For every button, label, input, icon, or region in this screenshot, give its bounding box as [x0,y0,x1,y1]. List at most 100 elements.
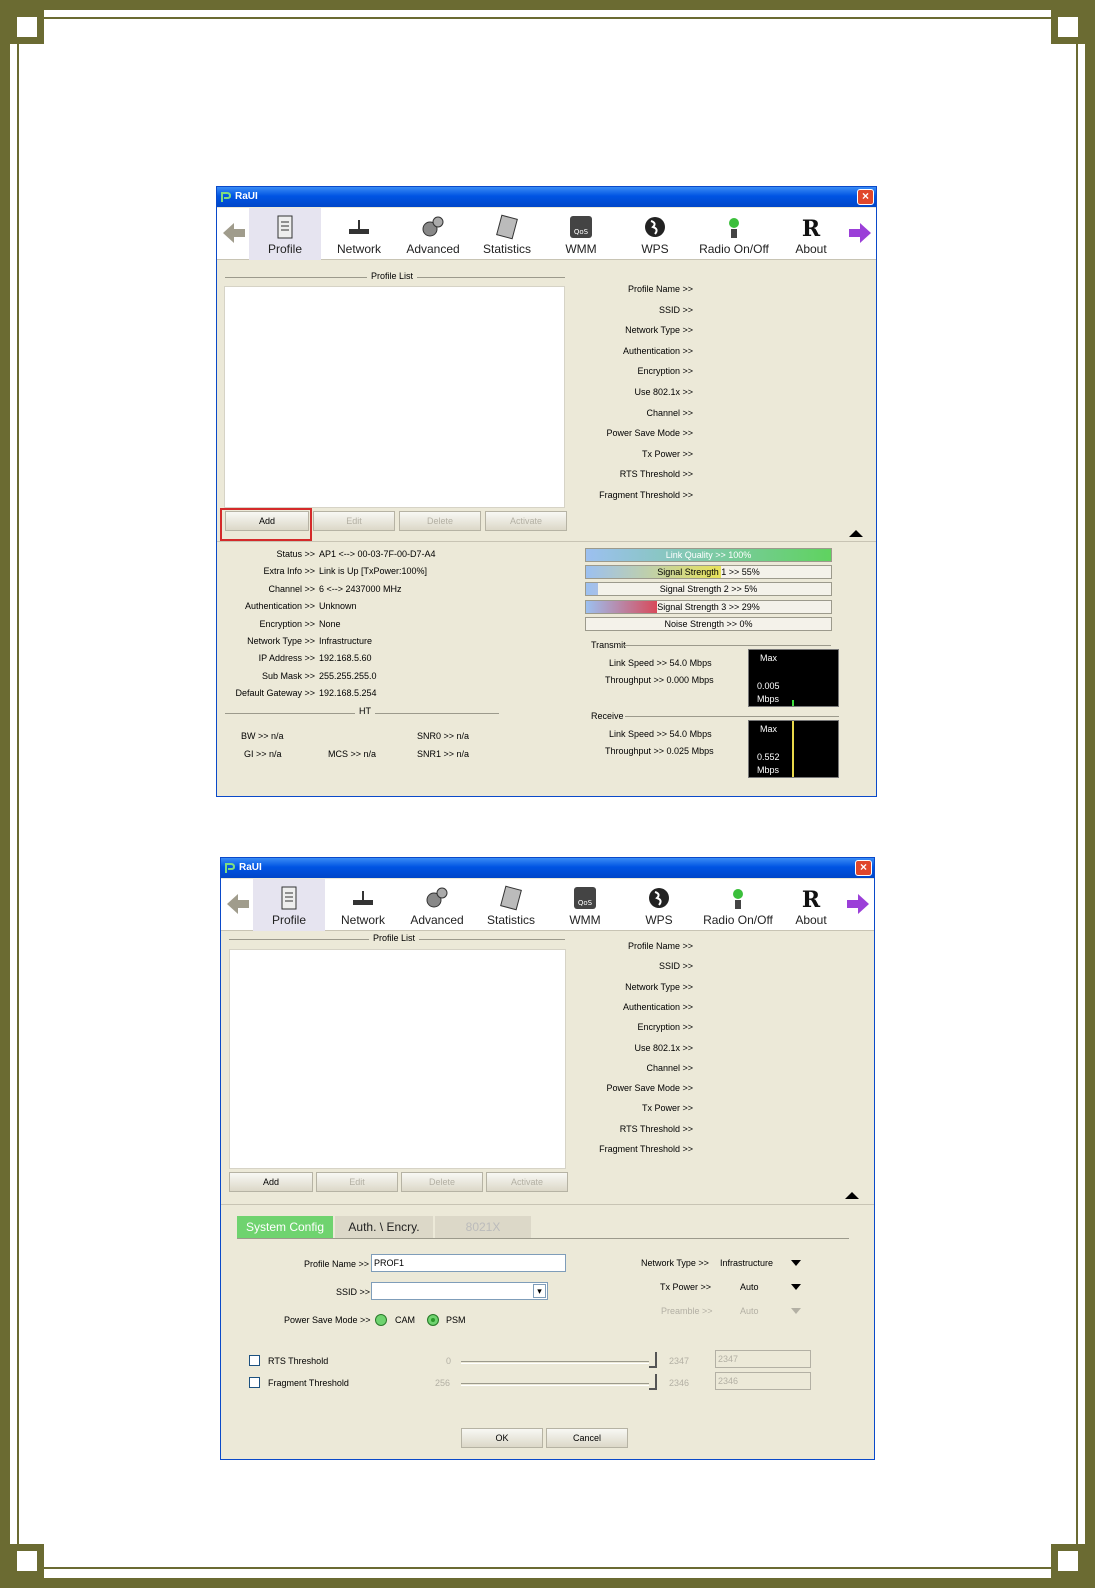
toolbar-label: WPS [641,242,669,256]
ok-button[interactable]: OK [461,1428,543,1448]
profile-listbox[interactable] [229,949,566,1169]
edit-button[interactable]: Edit [313,511,395,531]
psm-radio[interactable] [427,1314,439,1326]
toolbar-wmm[interactable]: QoS WMM [545,208,617,260]
collapse-arrow-icon[interactable] [845,1192,859,1199]
toolbar-wmm[interactable]: QoS WMM [549,879,621,931]
page-inner-line-bottom [44,1567,1051,1569]
tab-auth-encry[interactable]: Auth. \ Encry. [335,1216,433,1238]
toolbar-label: Profile [271,913,306,927]
tx-power-label: Tx Power >> [660,1282,712,1292]
network-type-dropdown-icon[interactable] [791,1260,801,1266]
rts-threshold-checkbox[interactable] [249,1355,260,1366]
profile-detail-label: Channel >> [646,407,693,418]
toolbar-statistics[interactable]: Statistics [475,879,547,931]
gi-value: GI >> n/a [244,749,282,759]
panel-separator [217,541,876,542]
collapse-arrow-icon[interactable] [849,530,863,537]
back-arrow-icon[interactable] [221,220,247,246]
fragment-threshold-checkbox[interactable] [249,1377,260,1388]
bw-value: BW >> n/a [241,731,284,741]
profile-list-title: Profile List [369,933,420,943]
status-key: Extra Info >> [263,566,315,577]
cam-label: CAM [395,1315,415,1325]
delete-button[interactable]: Delete [401,1172,483,1192]
fragment-threshold-input[interactable]: 2346 [715,1372,811,1390]
graph-max-label: Max [760,724,778,734]
toolbar-profile[interactable]: Profile [253,879,325,931]
close-button[interactable]: × [857,189,874,205]
status-row: Status >> AP1 <--> 00-03-7F-00-D7-A4 [225,549,435,559]
ssid-combobox[interactable] [371,1282,548,1300]
rts-threshold-input[interactable]: 2347 [715,1350,811,1368]
cancel-button[interactable]: Cancel [546,1428,628,1448]
toolbar-wps[interactable]: WPS [619,208,691,260]
network-type-value[interactable]: Infrastructure [720,1258,773,1268]
profile-list-title: Profile List [367,271,418,281]
strength-bar: Link Quality >> 100% [585,548,832,562]
tx-power-dropdown-icon[interactable] [791,1284,801,1290]
activate-button[interactable]: Activate [485,511,567,531]
toolbar-radio-onoff[interactable]: Radio On/Off [693,208,775,260]
edit-button[interactable]: Edit [316,1172,398,1192]
rts-slider-thumb[interactable] [649,1352,657,1368]
gears-icon [426,887,448,908]
tab-8021x[interactable]: 8021X [435,1216,531,1238]
toolbar-advanced[interactable]: Advanced [401,879,473,931]
toolbar-statistics[interactable]: Statistics [471,208,543,260]
ssid-dropdown-button[interactable]: ▾ [533,1284,546,1298]
forward-arrow-icon[interactable] [847,220,873,246]
profile-name-input[interactable]: PROF1 [371,1254,566,1272]
page-border-right [1085,0,1095,1588]
svg-text:R: R [802,887,821,911]
rts-threshold-label: RTS Threshold [268,1356,329,1366]
status-row: Authentication >> Unknown [225,601,357,611]
raui-app-icon [221,192,232,202]
tab-underline [237,1238,849,1239]
tx-power-value[interactable]: Auto [740,1282,759,1292]
profile-listbox[interactable] [224,286,565,508]
gears-icon [422,216,444,237]
network-router-icon [353,891,373,905]
back-arrow-icon[interactable] [225,891,251,917]
profile-detail-label: Encryption >> [637,1022,693,1033]
add-button[interactable]: Add [229,1172,313,1192]
status-value: 6 <--> 2437000 MHz [319,583,402,594]
toolbar-about[interactable]: R About [775,879,847,931]
fragment-min-label: 256 [435,1378,451,1388]
toolbar-label: Statistics [482,242,531,256]
cam-radio[interactable] [375,1314,387,1326]
toolbar-label: Advanced [406,242,460,256]
graph-unit: Mbps [757,694,780,704]
toolbar-advanced[interactable]: Advanced [397,208,469,260]
window-title: RaUI [235,191,258,202]
status-row: Channel >> 6 <--> 2437000 MHz [225,583,402,594]
toolbar-radio-onoff[interactable]: Radio On/Off [697,879,779,931]
tab-system-config[interactable]: System Config [237,1216,333,1238]
profile-detail-label: Channel >> [646,1062,693,1073]
profile-detail-label: Tx Power >> [641,1103,693,1114]
status-key: Network Type >> [247,636,315,646]
page-border-top [0,0,1095,10]
toolbar-wps[interactable]: WPS [623,879,695,931]
toolbar-network[interactable]: Network [323,208,395,260]
graph-bar [792,721,794,777]
corner-ornament-tl [10,10,44,44]
toolbar-about[interactable]: R About [775,208,847,260]
delete-button[interactable]: Delete [399,511,481,531]
status-key: Default Gateway >> [235,688,315,699]
close-button[interactable]: × [855,860,872,876]
forward-arrow-icon[interactable] [845,891,871,917]
toolbar: Profile Network Advanced Statistics QoS … [217,208,876,260]
profile-detail-label: Fragment Threshold >> [599,1144,693,1154]
profile-detail-label: Fragment Threshold >> [599,490,693,500]
toolbar-label: About [795,242,827,256]
preamble-value: Auto [740,1306,759,1316]
snr0-value: SNR0 >> n/a [417,731,470,741]
toolbar-profile[interactable]: Profile [249,208,321,260]
profile-detail-label: Authentication >> [622,1001,693,1012]
status-value: 192.168.5.254 [319,688,377,699]
activate-button[interactable]: Activate [486,1172,568,1192]
toolbar-network[interactable]: Network [327,879,399,931]
fragment-slider-thumb[interactable] [649,1374,657,1390]
